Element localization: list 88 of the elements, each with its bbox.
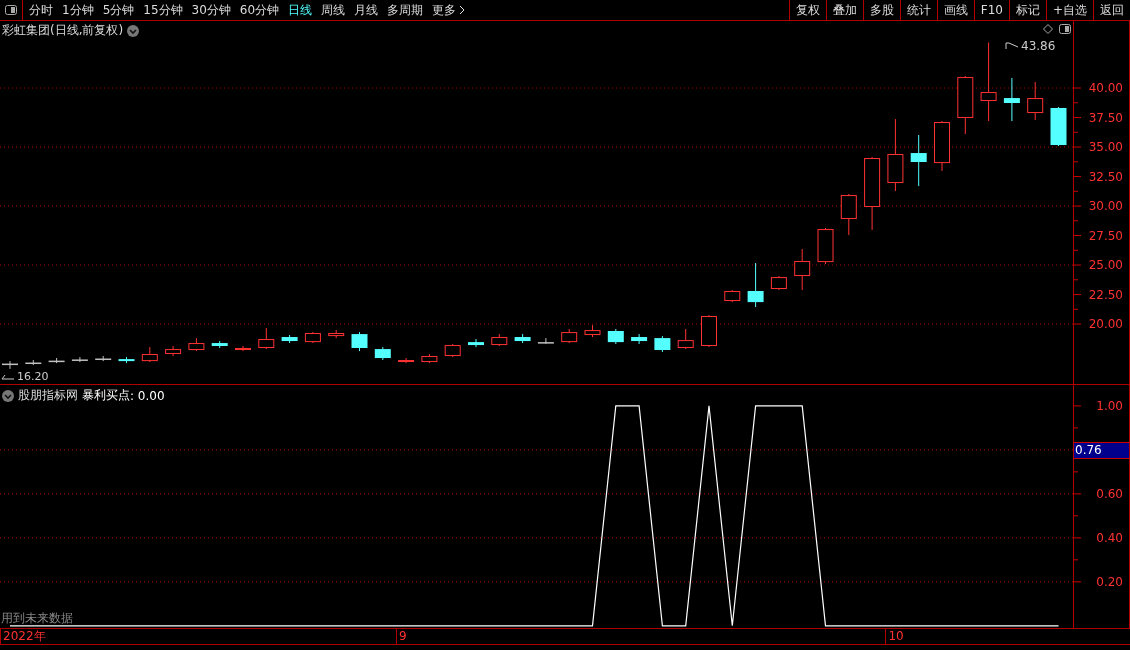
candle [1027, 81, 1044, 121]
candle [934, 120, 950, 172]
date-label: 10 [885, 629, 904, 644]
period-tab[interactable]: 分时 [29, 1, 53, 19]
candle [514, 333, 531, 344]
candle [677, 328, 694, 350]
date-label: 9 [396, 629, 407, 644]
candle [631, 333, 648, 345]
period-tab[interactable]: 60分钟 [239, 1, 280, 19]
candle [561, 328, 578, 344]
warning-note: 用到未来数据 [1, 610, 73, 627]
axis-label: 0.20 [1096, 574, 1123, 589]
period-tab[interactable]: 日线 [288, 1, 313, 19]
candle [607, 328, 624, 345]
candle [840, 193, 857, 236]
high-price-label: 43.86 [1021, 39, 1056, 53]
candle [491, 333, 508, 347]
axis-label: 35.00 [1088, 140, 1123, 155]
candle [421, 353, 438, 364]
period-tab[interactable]: 周线 [321, 1, 346, 19]
axis-label: 40.00 [1088, 81, 1123, 95]
indicator-value: : 0.00 [130, 388, 165, 403]
toolbar-button[interactable]: 标记 [1008, 0, 1046, 20]
candle [770, 275, 787, 291]
period-tab[interactable]: 月线 [354, 1, 379, 19]
candle [654, 335, 671, 353]
toolbar-button[interactable]: +自选 [1045, 0, 1093, 20]
candle [444, 343, 461, 358]
toolbar-button[interactable]: F10 [973, 0, 1009, 20]
dropdown-icon[interactable] [2, 389, 14, 402]
toolbar-button[interactable]: 复权 [788, 0, 826, 20]
candle [1003, 77, 1020, 122]
indicator-source: 股朋指标网 [18, 387, 78, 404]
candle [724, 289, 741, 303]
axis-label: 37.50 [1088, 110, 1123, 125]
period-tab[interactable]: 1分钟 [62, 1, 94, 19]
toolbar-button[interactable]: 叠加 [825, 0, 863, 20]
toolbar-button[interactable]: 统计 [899, 0, 937, 20]
panel-toggle-icon[interactable] [1059, 24, 1071, 34]
candle [584, 324, 601, 338]
dropdown-icon[interactable] [127, 24, 140, 37]
date-label: 2022年 [0, 629, 46, 644]
period-tab[interactable]: 5分钟 [102, 1, 135, 19]
candle [794, 248, 811, 291]
candle [747, 262, 764, 308]
candle [211, 340, 228, 349]
diamond-icon[interactable] [1043, 24, 1053, 34]
arrow-icon [1, 372, 15, 381]
flag-icon [1005, 42, 1019, 50]
chevron-icon [459, 5, 466, 15]
low-price-label: 16.20 [17, 370, 49, 383]
candle [537, 337, 554, 345]
candle [141, 346, 158, 363]
candle [374, 346, 391, 361]
indicator-name: 暴利买点 [82, 387, 130, 404]
candle [188, 337, 205, 352]
axis-label: 32.50 [1088, 169, 1123, 184]
candle [258, 327, 275, 350]
period-tab[interactable]: 15分钟 [143, 1, 183, 19]
axis-label: 30.00 [1088, 199, 1123, 214]
cursor-value: 0.76 [1074, 441, 1129, 459]
candle [1050, 106, 1067, 147]
axis-label: 25.00 [1088, 258, 1123, 273]
candle [165, 345, 182, 357]
axis-label: 1.00 [1096, 398, 1123, 413]
period-tab[interactable]: 更多 [432, 1, 466, 19]
chart-title: 彩虹集团(日线,前复权) [2, 22, 124, 39]
axis-label: 27.50 [1088, 228, 1123, 243]
candle [351, 331, 368, 352]
candle [468, 338, 484, 348]
panel-toggle-icon[interactable] [5, 5, 17, 15]
candle [328, 329, 345, 339]
candle [281, 334, 298, 344]
axis-label: 0.40 [1096, 530, 1123, 545]
toolbar-button[interactable]: 画线 [936, 0, 974, 20]
toolbar-button[interactable]: 多股 [862, 0, 900, 20]
candle [118, 356, 135, 364]
toolbar-button[interactable]: 返回 [1093, 0, 1130, 20]
candle [304, 331, 321, 344]
period-tab[interactable]: 多周期 [387, 1, 424, 19]
candle [957, 75, 974, 135]
period-tab[interactable]: 30分钟 [191, 1, 231, 19]
candle [701, 314, 717, 348]
candle [910, 134, 927, 187]
axis-label: 0.60 [1096, 486, 1123, 501]
axis-label: 20.00 [1088, 317, 1123, 332]
axis-label: 22.50 [1088, 287, 1123, 302]
candle [817, 227, 834, 265]
